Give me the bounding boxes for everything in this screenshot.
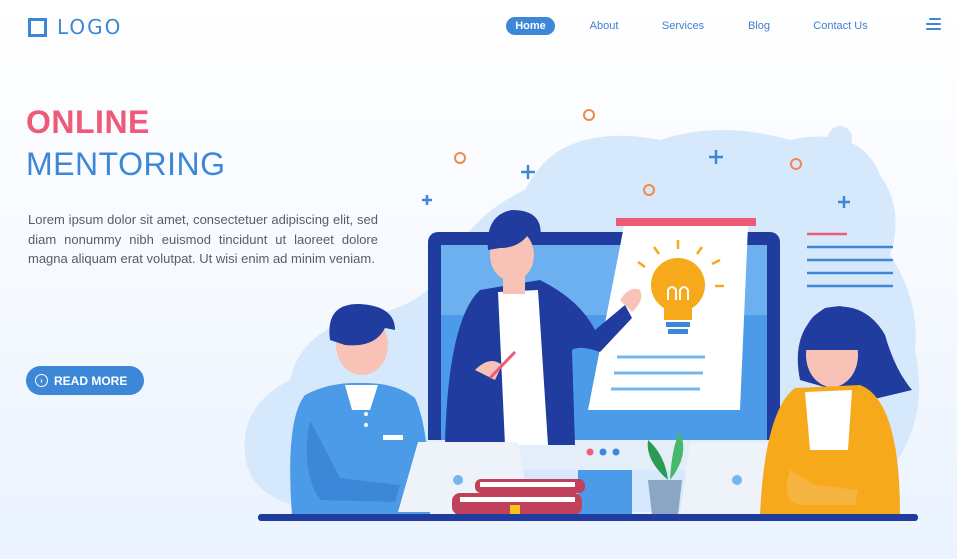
whiteboard-top — [616, 218, 756, 226]
nav-contact-us[interactable]: Contact Us — [808, 17, 873, 35]
nav-about[interactable]: About — [583, 17, 625, 35]
nav-services[interactable]: Services — [657, 17, 709, 35]
hero-title-line1: ONLINE — [26, 104, 150, 140]
hero-title-line2: MENTORING — [26, 146, 226, 182]
monitor-stand — [578, 470, 632, 515]
read-more-label: READ MORE — [54, 373, 128, 388]
arrow-circle-icon: › — [35, 374, 48, 387]
hamburger-menu-icon[interactable] — [926, 18, 941, 32]
deco-circle — [583, 109, 595, 121]
online-mentoring-illustration — [244, 109, 920, 521]
nav-home[interactable]: Home — [506, 17, 555, 35]
main-nav: Home About Services Blog Contact Us — [0, 17, 957, 37]
site-header: LOGO Home About Services Blog Contact Us — [0, 0, 957, 52]
nav-blog[interactable]: Blog — [743, 17, 775, 35]
monitor-dot-red — [586, 448, 594, 456]
read-more-button[interactable]: › READ MORE — [26, 366, 144, 395]
desk — [258, 514, 918, 521]
bubble — [828, 126, 852, 150]
deco-circle — [454, 152, 466, 164]
